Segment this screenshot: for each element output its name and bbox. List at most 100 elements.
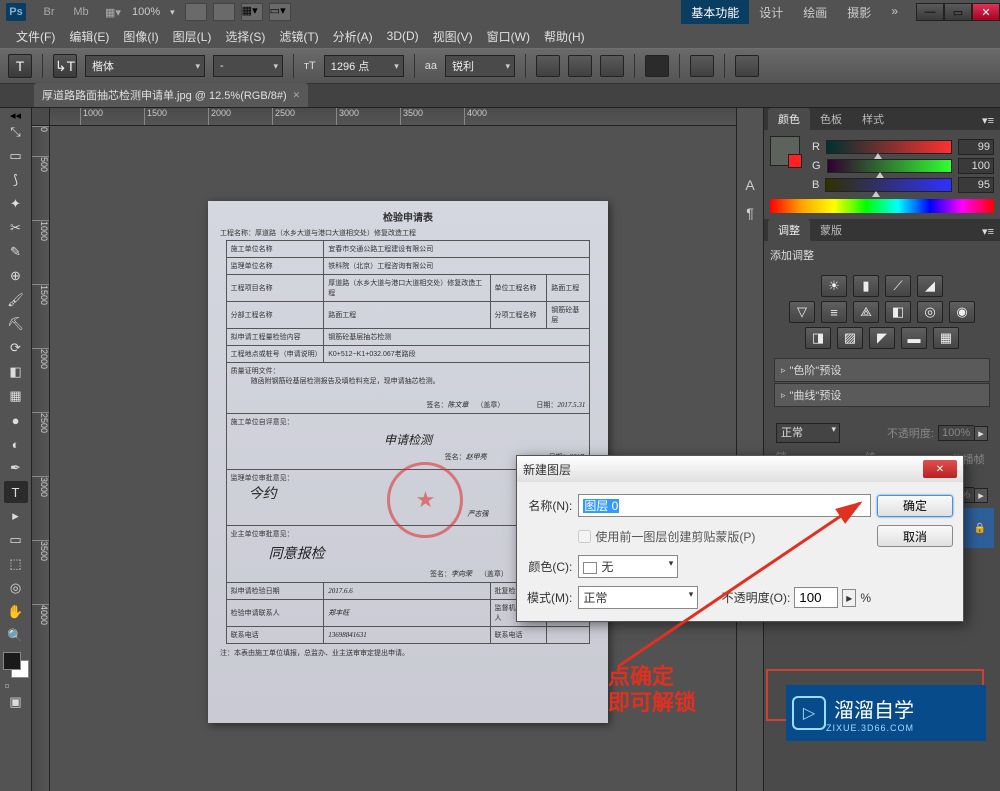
panel-tab-swatches[interactable]: 色板	[810, 108, 852, 130]
value-b[interactable]: 95	[958, 177, 994, 193]
fill-arrow-icon[interactable]: ▸	[974, 488, 988, 503]
color-swatches[interactable]	[3, 652, 29, 678]
blend-mode-select[interactable]: 正常	[776, 423, 840, 443]
adj-hue-icon[interactable]: ≡	[821, 301, 847, 323]
paragraph-dock-icon[interactable]: ¶	[739, 202, 761, 224]
adj-curves-icon[interactable]: ⟋	[885, 275, 911, 297]
ruler-horizontal[interactable]: 1000 1500 2000 2500 3000 3500 4000	[50, 108, 736, 126]
history-brush-tool-icon[interactable]: ⟳	[4, 337, 28, 359]
menu-3d[interactable]: 3D(D)	[381, 26, 425, 46]
quickmask-icon[interactable]	[5, 684, 9, 688]
panel-tab-mask[interactable]: 蒙版	[810, 219, 852, 241]
panel-menu-icon[interactable]: ▾≡	[976, 222, 1000, 241]
workspace-tab-essentials[interactable]: 基本功能	[681, 0, 749, 24]
bridge-icon[interactable]: Br	[40, 3, 58, 21]
adj-photofilter-icon[interactable]: ◎	[917, 301, 943, 323]
menu-image[interactable]: 图像(I)	[117, 25, 164, 48]
path-select-tool-icon[interactable]: ▸	[4, 505, 28, 527]
align-center-icon[interactable]	[568, 55, 592, 77]
dlg-opacity-input[interactable]	[794, 587, 838, 608]
antialias-select[interactable]: 锐利	[445, 55, 515, 77]
workspace-tab-design[interactable]: 设计	[749, 0, 793, 24]
opacity-input[interactable]: 100%	[938, 425, 974, 441]
adj-selective-icon[interactable]: ▦	[933, 327, 959, 349]
align-right-icon[interactable]	[600, 55, 624, 77]
menu-help[interactable]: 帮助(H)	[538, 25, 591, 48]
text-orientation-icon[interactable]: ↳T	[53, 54, 77, 78]
3d-camera-tool-icon[interactable]: ◎	[4, 577, 28, 599]
color-select[interactable]: 无	[578, 555, 678, 578]
name-input[interactable]: 图层 0	[578, 494, 871, 517]
align-left-icon[interactable]	[536, 55, 560, 77]
adj-threshold-icon[interactable]: ◤	[869, 327, 895, 349]
value-r[interactable]: 99	[958, 139, 994, 155]
blur-tool-icon[interactable]: ●	[4, 409, 28, 431]
tool-preset-icon[interactable]: T	[8, 54, 32, 78]
minimize-button[interactable]: —	[916, 3, 944, 21]
dodge-tool-icon[interactable]: ◐	[4, 433, 28, 455]
panel-tab-adjust[interactable]: 调整	[768, 219, 810, 241]
stamp-tool-icon[interactable]: ⛏	[4, 313, 28, 335]
pen-tool-icon[interactable]: ✒	[4, 457, 28, 479]
opacity-arrow-icon[interactable]: ▸	[974, 426, 988, 441]
crop-tool-icon[interactable]: ✂	[4, 217, 28, 239]
maximize-button[interactable]: ▭	[944, 3, 972, 21]
adj-brightness-icon[interactable]: ☀	[821, 275, 847, 297]
font-family-select[interactable]: 楷体	[85, 55, 205, 77]
marquee-tool-icon[interactable]: ▭	[4, 145, 28, 167]
move-tool-icon[interactable]: ⤡	[4, 121, 28, 143]
menu-file[interactable]: 文件(F)	[10, 25, 61, 48]
character-panel-icon[interactable]	[735, 55, 759, 77]
font-size-select[interactable]: 1296 点	[324, 55, 404, 77]
opacity-arrow-icon[interactable]: ▸	[842, 589, 856, 607]
shape-tool-icon[interactable]: ▭	[4, 529, 28, 551]
value-g[interactable]: 100	[958, 158, 994, 174]
adj-bw-icon[interactable]: ◧	[885, 301, 911, 323]
slider-b[interactable]	[825, 178, 952, 192]
menu-edit[interactable]: 编辑(E)	[63, 25, 115, 48]
screen-mode-tool-icon[interactable]: ▣	[4, 691, 28, 713]
lock-icon[interactable]: 🔒	[972, 520, 988, 536]
type-tool-icon[interactable]: T	[4, 481, 28, 503]
document-tab-close-icon[interactable]: ✕	[293, 90, 301, 101]
arrange-windows-icon[interactable]: ▦▾	[241, 3, 263, 21]
hand-tool-icon[interactable]: ✋	[4, 601, 28, 623]
adj-levels-icon[interactable]: ▮	[853, 275, 879, 297]
adj-mixer-icon[interactable]: ◉	[949, 301, 975, 323]
color-spectrum[interactable]	[770, 199, 994, 213]
eraser-tool-icon[interactable]: ◧	[4, 361, 28, 383]
panel-bg-swatch[interactable]	[788, 154, 802, 168]
dialog-titlebar[interactable]: 新建图层 ✕	[517, 456, 963, 482]
adj-invert-icon[interactable]: ◨	[805, 327, 831, 349]
adj-gradient-icon[interactable]: ▬	[901, 327, 927, 349]
close-button[interactable]: ✕	[972, 3, 1000, 21]
zoom-tool-icon[interactable]	[213, 3, 235, 21]
slider-r[interactable]	[826, 140, 952, 154]
panel-tab-styles[interactable]: 样式	[852, 108, 894, 130]
menu-layer[interactable]: 图层(L)	[167, 25, 218, 48]
wand-tool-icon[interactable]: ✦	[4, 193, 28, 215]
minibr-icon[interactable]: Mb	[72, 3, 90, 21]
3d-tool-icon[interactable]: ⬚	[4, 553, 28, 575]
adj-balance-icon[interactable]: ⟁	[853, 301, 879, 323]
menu-analysis[interactable]: 分析(A)	[327, 25, 379, 48]
menu-filter[interactable]: 滤镜(T)	[273, 25, 324, 48]
lasso-tool-icon[interactable]: ⟆	[4, 169, 28, 191]
toolbox-grip-icon[interactable]: ◂◂	[0, 110, 31, 120]
adj-posterize-icon[interactable]: ▨	[837, 327, 863, 349]
heal-tool-icon[interactable]: ⊕	[4, 265, 28, 287]
menu-view[interactable]: 视图(V)	[427, 25, 479, 48]
screen-mode-icon[interactable]: ▭▾	[269, 3, 291, 21]
eyedropper-tool-icon[interactable]: ✎	[4, 241, 28, 263]
text-color-swatch[interactable]	[645, 55, 669, 77]
mode-select[interactable]: 正常	[578, 586, 698, 609]
adj-vibrance-icon[interactable]: ▽	[789, 301, 815, 323]
zoom-caret-icon[interactable]: ▾	[170, 7, 175, 18]
zoom-tool-icon[interactable]: 🔍	[4, 625, 28, 647]
font-style-select[interactable]: -	[213, 55, 283, 77]
cancel-button[interactable]: 取消	[877, 525, 953, 547]
preset-curves[interactable]: ▹"曲线"预设	[774, 383, 990, 407]
document-tab[interactable]: 厚道路路面抽芯检测申请单.jpg @ 12.5%(RGB/8#) ✕	[34, 83, 308, 107]
zoom-level[interactable]: 100%	[132, 6, 160, 18]
hand-grab-icon[interactable]	[185, 3, 207, 21]
